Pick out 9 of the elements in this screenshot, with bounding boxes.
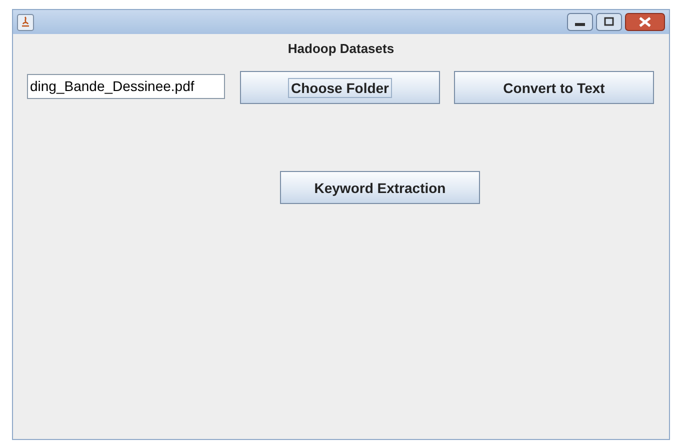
close-icon[interactable]: [625, 13, 665, 31]
maximize-icon[interactable]: [596, 13, 622, 31]
minimize-icon[interactable]: [567, 13, 593, 31]
keyword-extraction-button[interactable]: Keyword Extraction: [280, 171, 480, 204]
app-icon: [17, 14, 34, 30]
convert-button[interactable]: Convert to Text: [454, 71, 654, 104]
choose-folder-button[interactable]: Choose Folder: [240, 71, 440, 104]
window-heading: Hadoop Datasets: [286, 41, 396, 56]
file-path-field[interactable]: ding_Bande_Dessinee.pdf: [27, 74, 225, 98]
